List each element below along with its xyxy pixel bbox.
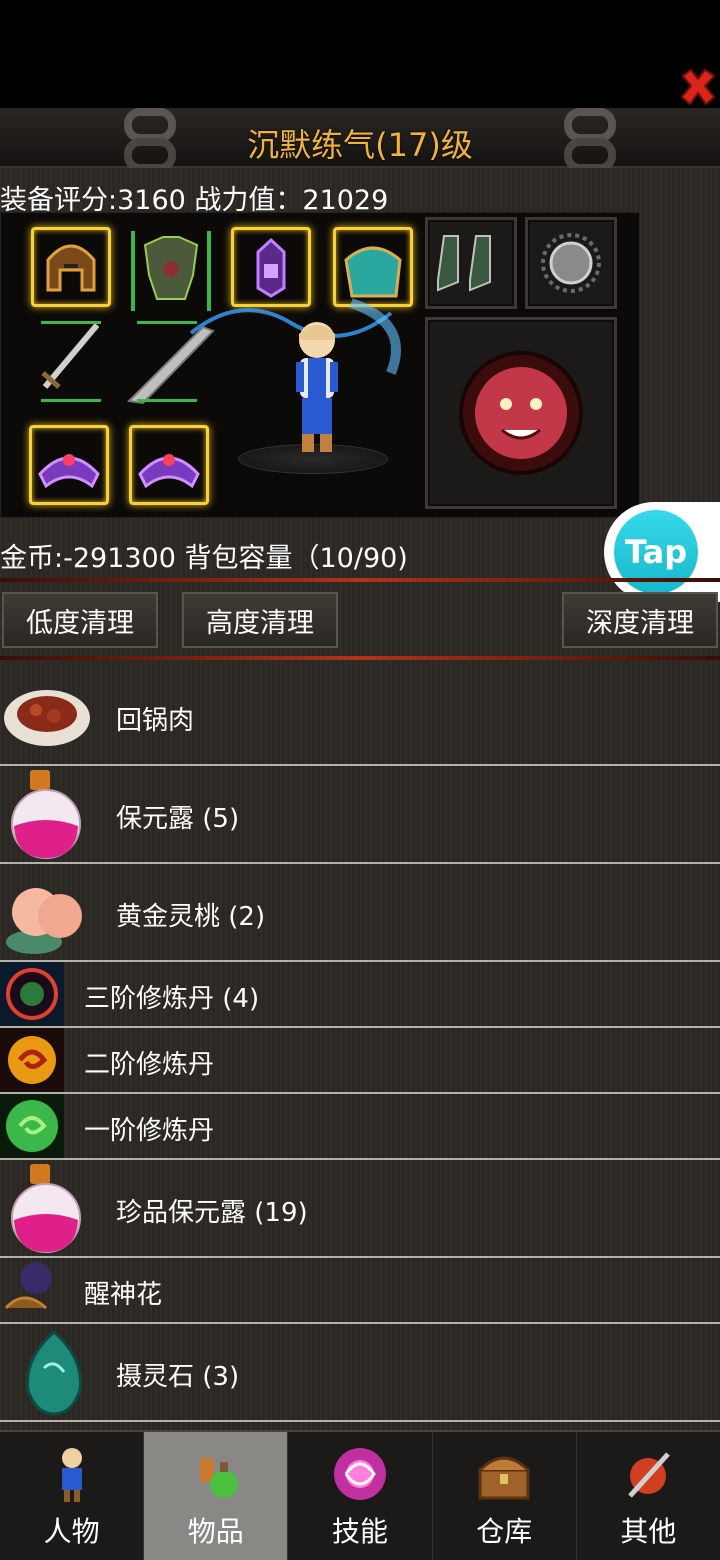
tab-other[interactable]: 其他 [577, 1432, 720, 1560]
gold-capacity-line: 金币:-291300 背包容量（10/90) [0, 543, 408, 574]
page-title: 沉默练气(17)级 [247, 126, 473, 164]
tab-label: 仓库 [476, 1515, 533, 1548]
character-icon [61, 1448, 82, 1502]
dark-pill-icon [0, 962, 64, 1026]
tap-badge[interactable]: Tap [604, 502, 720, 602]
tab-character[interactable]: 人物 [0, 1432, 145, 1560]
boots-slot[interactable] [425, 217, 517, 309]
list-item[interactable]: 回锅肉 [0, 666, 720, 766]
list-item[interactable]: 摄灵石 (3) [0, 1324, 720, 1422]
divider [0, 656, 720, 660]
tab-warehouse[interactable]: 仓库 [433, 1432, 577, 1560]
chest-icon [478, 1456, 530, 1500]
list-item[interactable]: 黄金灵桃 (2) [0, 864, 720, 962]
tiger-emblem-icon [459, 351, 583, 475]
bottom-nav: 人物 物品 技能 仓库 其他 [0, 1430, 720, 1560]
pink-potion-icon [11, 770, 81, 859]
potion-bag-icon [199, 1458, 238, 1498]
list-item[interactable]: 保元露 (5) [0, 766, 720, 864]
list-item[interactable]: 醒神花 [0, 1258, 720, 1324]
peach-icon [6, 888, 82, 954]
ring-left-icon [38, 454, 100, 489]
emblem-slot[interactable] [425, 317, 617, 509]
list-item[interactable]: 二阶修炼丹 [0, 1028, 720, 1094]
character-avatar [296, 322, 338, 452]
divider [0, 578, 720, 582]
helmet-slot[interactable] [31, 227, 111, 307]
sword-icon [41, 323, 100, 389]
list-item[interactable]: 一阶修炼丹 [0, 1094, 720, 1160]
deep-cleanup-button[interactable]: 深度清理 [562, 592, 718, 648]
charm-icon [541, 233, 601, 293]
helmet-icon [46, 244, 96, 292]
tab-label: 人物 [43, 1515, 100, 1548]
charm-slot[interactable] [525, 217, 617, 309]
low-cleanup-button[interactable]: 低度清理 [2, 592, 158, 648]
tab-label: 物品 [187, 1515, 244, 1548]
boots-icon [437, 235, 491, 292]
tab-label: 技能 [332, 1515, 389, 1548]
flower-icon [4, 1262, 52, 1310]
status-bar-area [0, 0, 720, 108]
skill-orb-icon [334, 1448, 386, 1500]
sword-slot[interactable] [31, 317, 111, 397]
tab-items[interactable]: 物品 [144, 1432, 289, 1560]
other-shield-icon [628, 1452, 671, 1498]
close-button[interactable] [676, 64, 720, 110]
ring-right-slot[interactable] [129, 425, 209, 505]
pink-potion-icon [11, 1164, 81, 1253]
green-pill-icon [0, 1094, 64, 1158]
list-item[interactable]: 珍品保元露 (19) [0, 1160, 720, 1258]
ring-left-slot[interactable] [29, 425, 109, 505]
list-item[interactable]: 三阶修炼丹 (4) [0, 962, 720, 1028]
tab-skills[interactable]: 技能 [288, 1432, 433, 1560]
tab-label: 其他 [620, 1515, 677, 1548]
orange-pill-icon [0, 1028, 64, 1092]
ring-right-icon [138, 454, 200, 489]
meat-dish-icon [4, 690, 90, 746]
close-icon [680, 68, 716, 106]
spirit-stone-icon [26, 1330, 82, 1416]
high-cleanup-button[interactable]: 高度清理 [182, 592, 338, 648]
